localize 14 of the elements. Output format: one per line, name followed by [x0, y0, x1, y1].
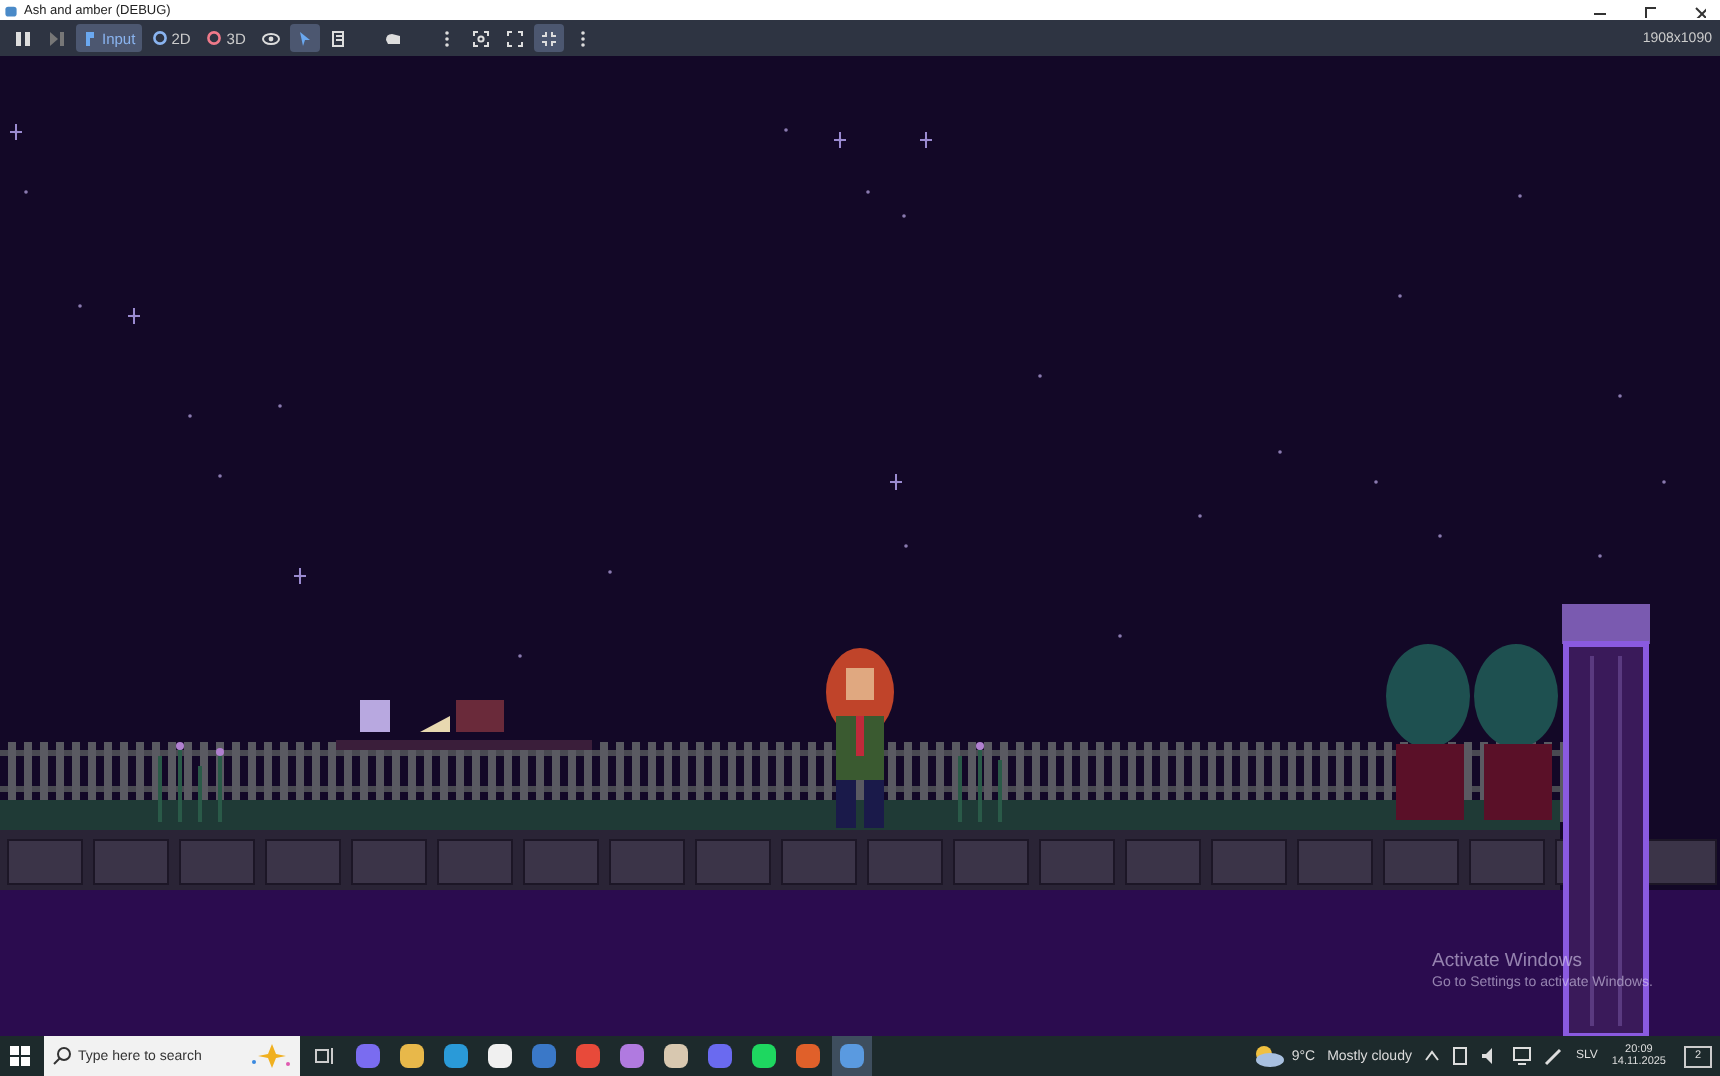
- windows-logo-icon: [10, 1046, 30, 1066]
- search-icon: [52, 1046, 72, 1066]
- chevron-up-icon[interactable]: [1423, 1048, 1440, 1064]
- ring-icon: [206, 30, 223, 46]
- collapse-icon[interactable]: [533, 24, 564, 52]
- ring-icon: [151, 30, 168, 46]
- maximize-icon: [1641, 3, 1655, 17]
- pointer-icon: [82, 29, 98, 47]
- sparkle-icon: [248, 1042, 292, 1070]
- cloud-icon: [1251, 1044, 1284, 1068]
- monitor-icon[interactable]: [1511, 1046, 1532, 1066]
- cursor-icon[interactable]: [289, 24, 320, 52]
- robot-icon: [4, 3, 18, 17]
- close-icon: [1691, 3, 1705, 17]
